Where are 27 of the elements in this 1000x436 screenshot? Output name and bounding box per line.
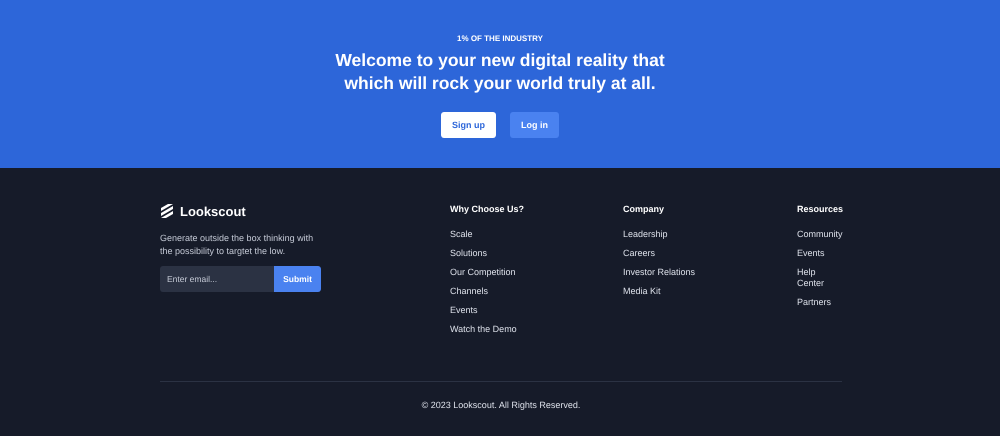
footer-link[interactable]: Community <box>797 229 844 240</box>
eyebrow-text: 1% OF THE INDUSTRY <box>457 34 543 43</box>
footer-link[interactable]: Scale <box>450 229 623 240</box>
footer-link[interactable]: Watch the Demo <box>450 324 623 335</box>
column-heading: Why Choose Us? <box>450 204 526 215</box>
log-in-button[interactable]: Log in <box>510 112 559 138</box>
footer-link[interactable]: Partners <box>797 297 844 308</box>
footer-link[interactable]: Events <box>450 305 623 316</box>
logo-icon <box>160 204 174 218</box>
footer-link[interactable]: Our Competition <box>450 267 623 278</box>
column-heading: Company <box>623 204 666 215</box>
brand-name: Lookscout <box>180 204 246 218</box>
footer-link[interactable]: Media Kit <box>623 286 797 297</box>
copyright-text: © 2023 Lookscout. All Rights Reserved. <box>420 400 582 410</box>
footer-link[interactable]: Investor Relations <box>623 267 797 278</box>
footer-link[interactable]: Solutions <box>450 248 623 259</box>
submit-button[interactable]: Submit <box>274 266 321 292</box>
footer-link[interactable]: Events <box>797 248 844 259</box>
footer-link[interactable]: Leadership <box>623 229 797 240</box>
footer-link[interactable]: Help Center <box>797 267 844 289</box>
headline: Welcome to your new digital reality that which will rock your world truly at all. <box>335 49 665 95</box>
column-heading: Resources <box>797 204 844 215</box>
footer-link[interactable]: Careers <box>623 248 797 259</box>
email-field[interactable]: Enter email... <box>160 266 274 292</box>
footer-link[interactable]: Channels <box>450 286 623 297</box>
sign-up-button[interactable]: Sign up <box>441 112 496 138</box>
tagline: Generate outside the box thinking with the possibility to targtet the low. <box>160 232 314 258</box>
